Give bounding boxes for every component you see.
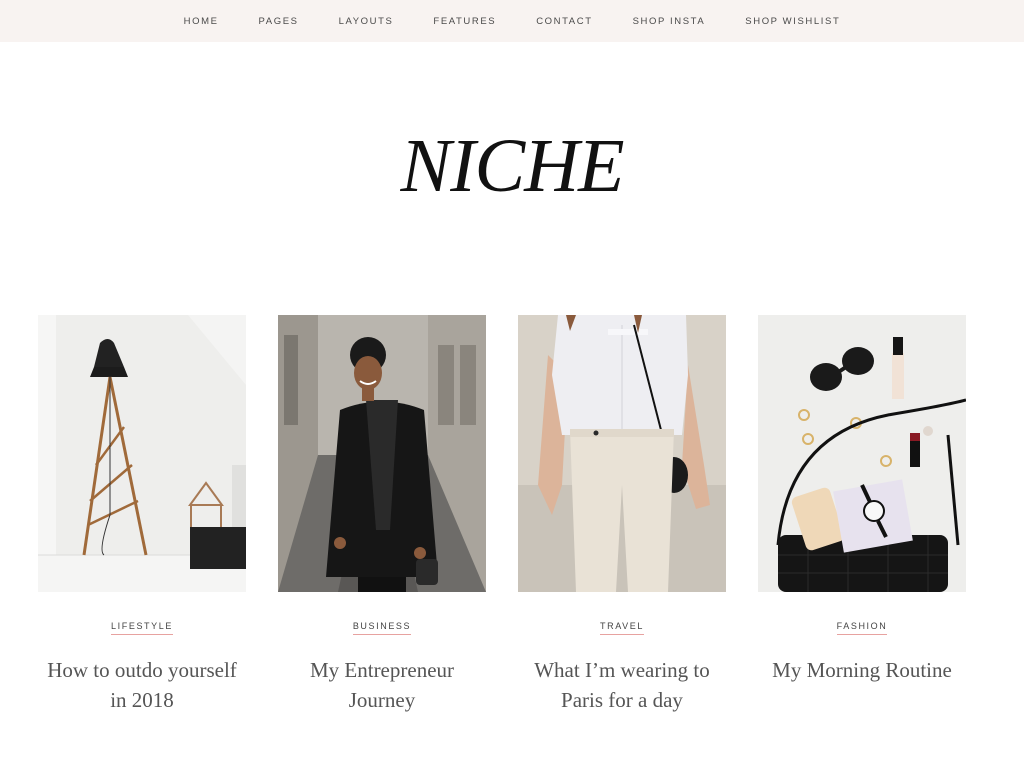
post-title[interactable]: How to outdo yourself in 2018 — [42, 655, 242, 715]
post-category-label[interactable]: BUSINESS — [352, 621, 412, 635]
nav-item-layouts[interactable]: LAYOUTS — [339, 16, 394, 27]
post-image-lamp[interactable] — [38, 315, 246, 592]
nav-item-pages[interactable]: PAGES — [259, 16, 299, 27]
nav-item-shop-insta[interactable]: SHOP INSTA — [633, 16, 706, 27]
top-navigation: HOME PAGES LAYOUTS FEATURES CONTACT SHOP… — [0, 0, 1024, 42]
post-image-white-outfit[interactable] — [518, 315, 726, 592]
nav-menu: HOME PAGES LAYOUTS FEATURES CONTACT SHOP… — [164, 16, 861, 27]
post-card-lifestyle: LIFESTYLE How to outdo yourself in 2018 — [38, 315, 246, 715]
post-card-fashion: FASHION My Morning Routine — [758, 315, 966, 715]
site-logo[interactable]: NICHE — [0, 128, 1024, 204]
post-image-flatlay[interactable] — [758, 315, 966, 592]
nav-item-features[interactable]: FEATURES — [433, 16, 496, 27]
post-category-label[interactable]: FASHION — [836, 621, 888, 635]
post-title[interactable]: What I’m wearing to Paris for a day — [522, 655, 722, 715]
post-card-travel: TRAVEL What I’m wearing to Paris for a d… — [518, 315, 726, 715]
nav-item-contact[interactable]: CONTACT — [536, 16, 592, 27]
post-image-street-portrait[interactable] — [278, 315, 486, 592]
post-title[interactable]: My Entrepreneur Journey — [282, 655, 482, 715]
post-category-label[interactable]: LIFESTYLE — [111, 621, 173, 635]
post-grid: LIFESTYLE How to outdo yourself in 2018 — [38, 315, 966, 715]
post-category-label[interactable]: TRAVEL — [600, 621, 644, 635]
nav-item-home[interactable]: HOME — [184, 16, 219, 27]
nav-item-shop-wishlist[interactable]: SHOP WISHLIST — [745, 16, 840, 27]
post-title[interactable]: My Morning Routine — [762, 655, 962, 685]
post-card-business: BUSINESS My Entrepreneur Journey — [278, 315, 486, 715]
